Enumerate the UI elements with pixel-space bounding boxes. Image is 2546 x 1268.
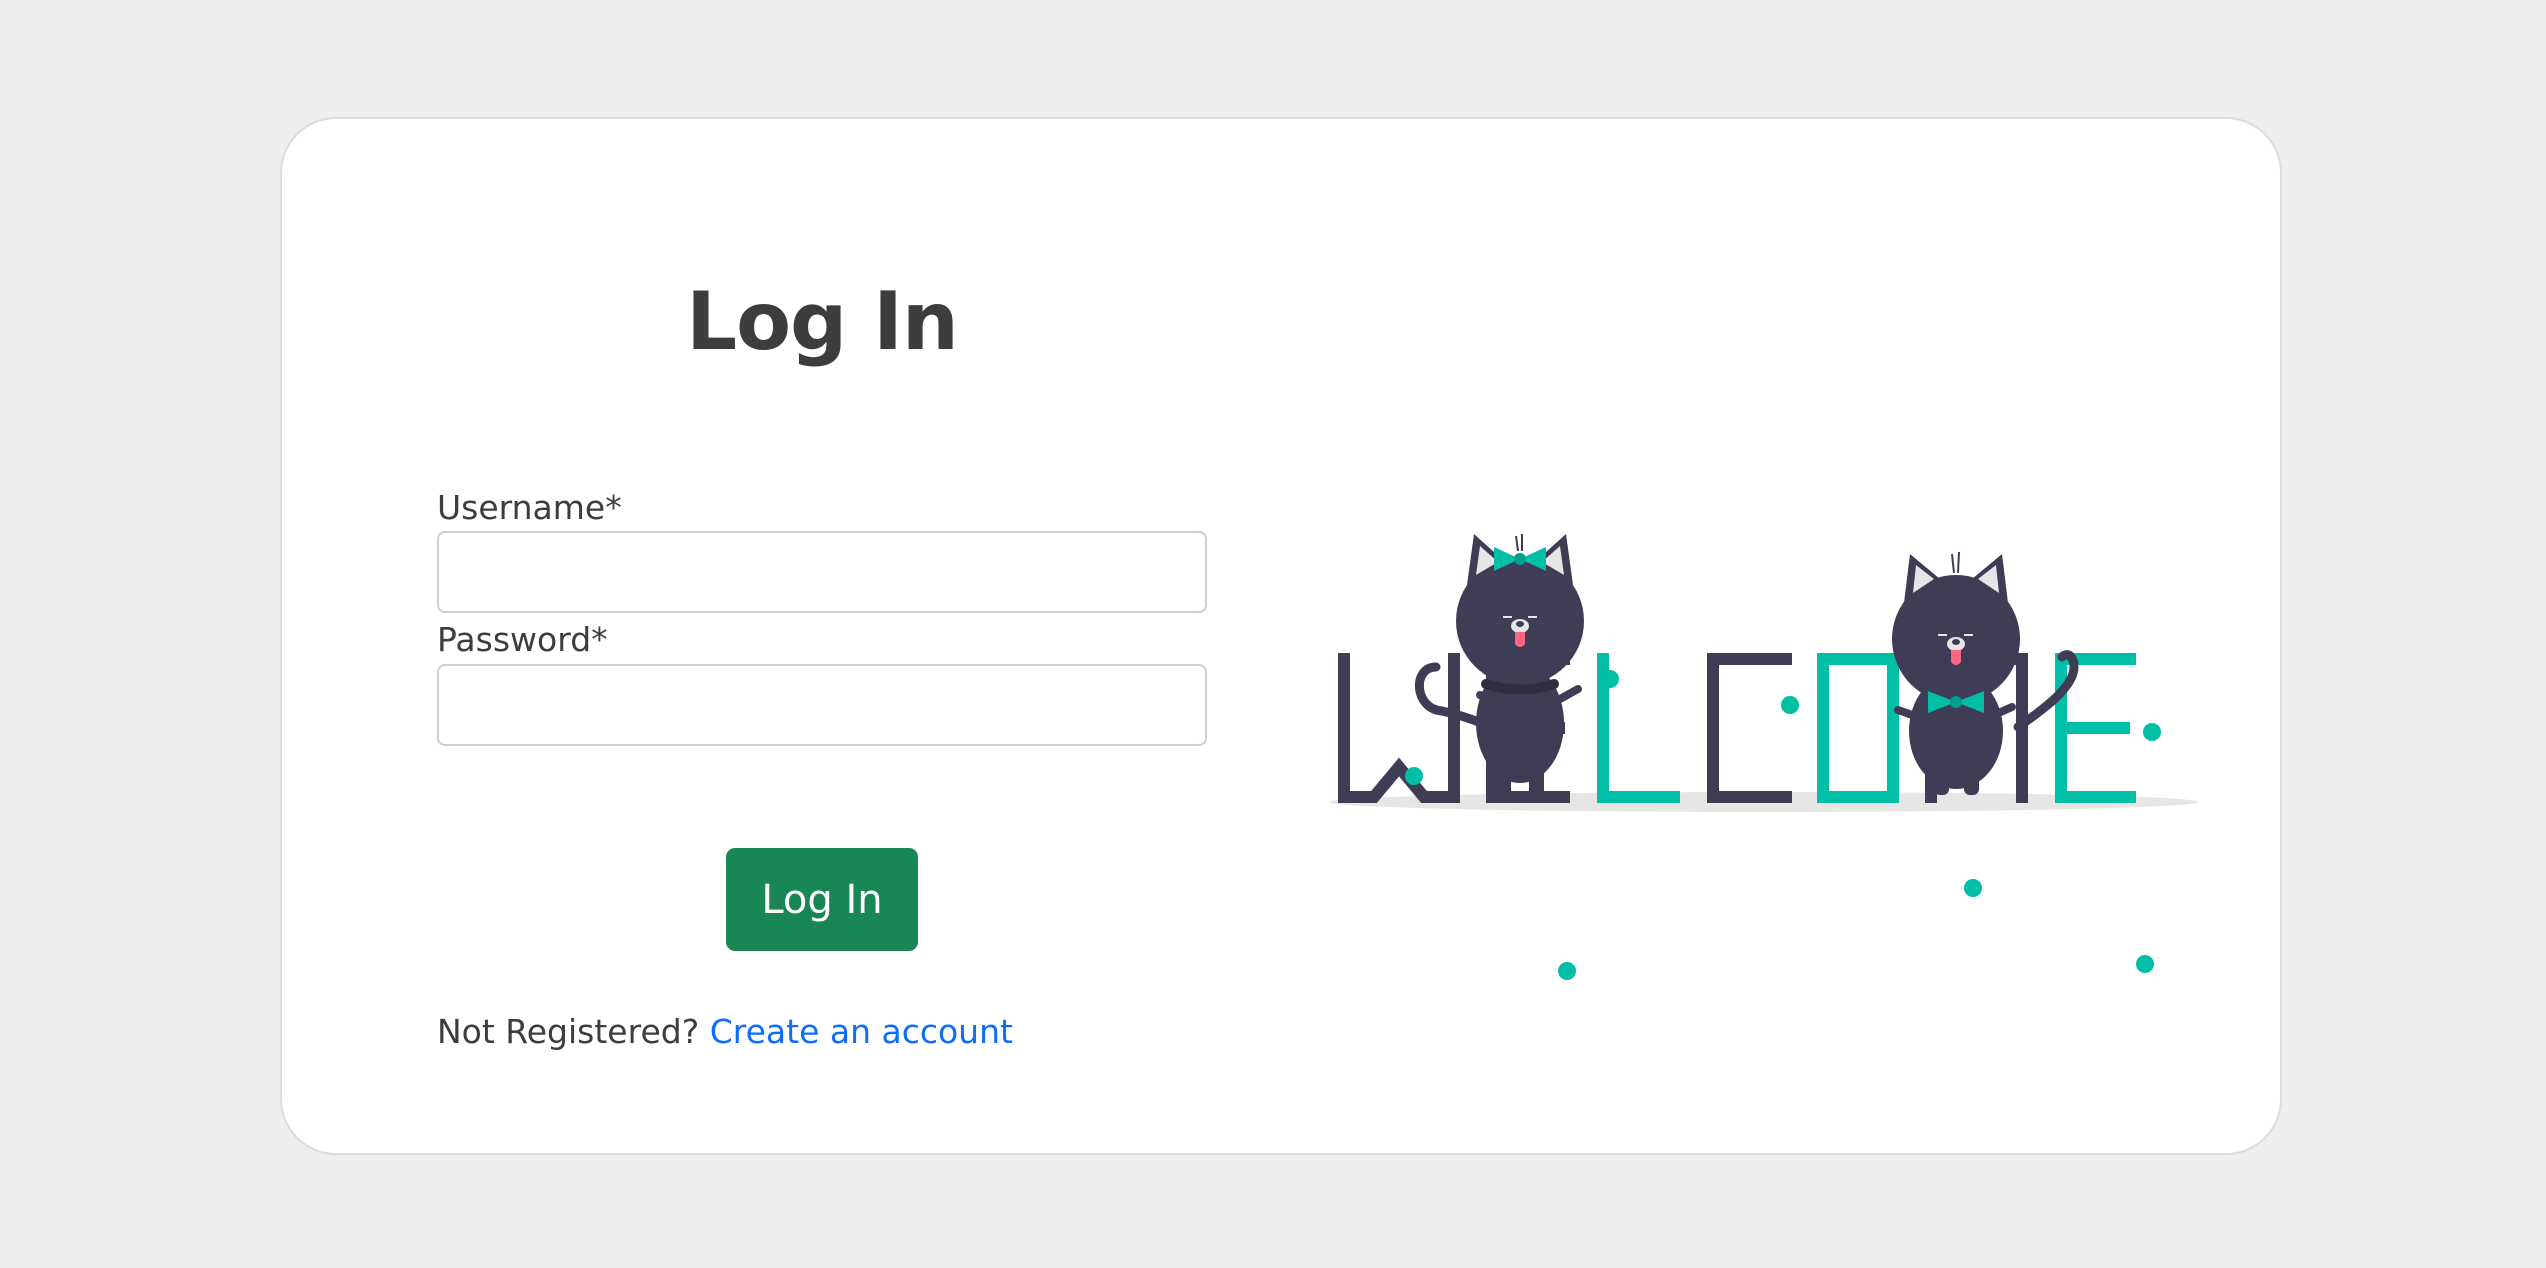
login-form: Log In Username* Password* Log In Not Re… [437,119,1207,1153]
password-input[interactable] [437,664,1207,746]
login-card: Log In Username* Password* Log In Not Re… [280,117,2282,1155]
cat-right [1892,551,2079,795]
letter-o [1817,653,1899,803]
username-input[interactable] [437,531,1207,613]
login-button[interactable]: Log In [726,848,918,951]
register-prompt: Not Registered? Create an account [437,1012,1013,1052]
letter-c [1707,653,1792,803]
welcome-letters [1338,645,2136,803]
page-title: Log In [686,275,959,368]
welcome-illustration [1329,534,2199,980]
username-label: Username* [437,488,622,527]
cat-left [1415,534,1584,797]
letter-w [1338,653,1460,803]
password-label: Password* [437,620,608,659]
not-registered-text: Not Registered? [437,1012,700,1051]
create-account-link[interactable]: Create an account [710,1012,1013,1051]
